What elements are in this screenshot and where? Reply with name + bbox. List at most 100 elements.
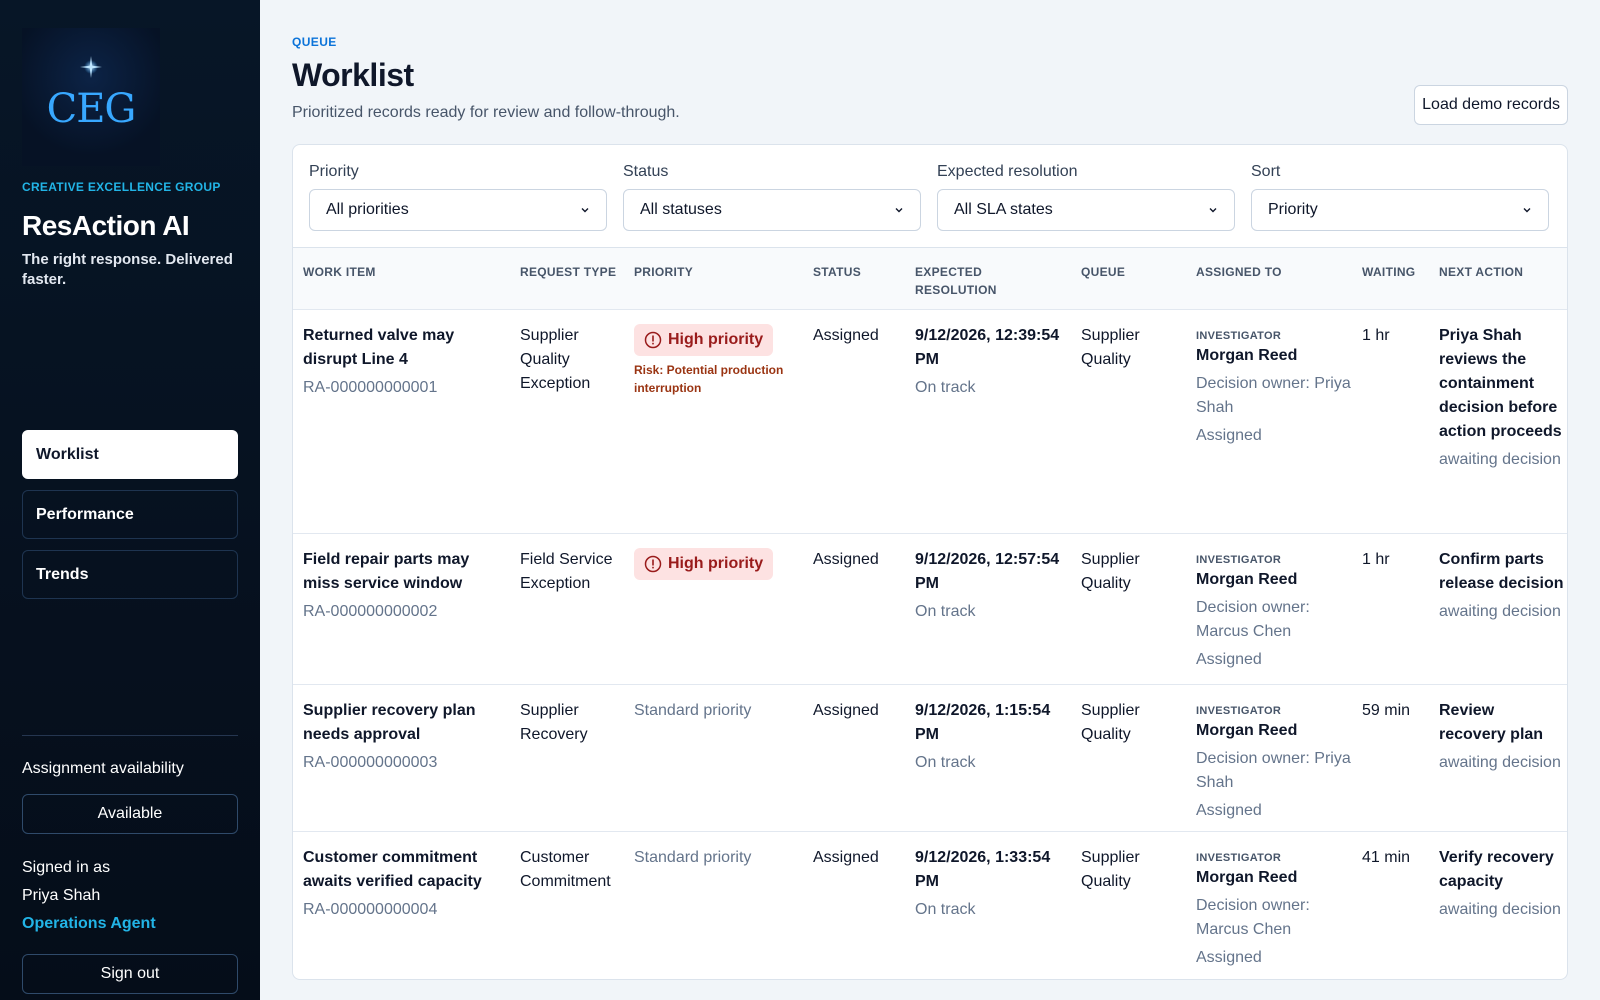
assignee-name: Morgan Reed bbox=[1196, 722, 1298, 739]
assigned-to-cell: INVESTIGATOR Morgan Reed Decision owner:… bbox=[1186, 548, 1352, 684]
availability-button[interactable]: Available bbox=[22, 794, 238, 834]
table-header: WORK ITEM REQUEST TYPE PRIORITY STATUS E… bbox=[293, 248, 1567, 310]
priority-select[interactable]: All priorities bbox=[309, 189, 607, 231]
next-action: Review recovery plan bbox=[1439, 702, 1544, 743]
assignment-status: Assigned bbox=[1196, 949, 1262, 966]
filter-label: Status bbox=[623, 163, 669, 180]
queue: Supplier Quality bbox=[1081, 849, 1140, 890]
sidebar: CEG CREATIVE EXCELLENCE GROUP ResAction … bbox=[0, 0, 260, 1000]
priority-label: High priority bbox=[668, 331, 764, 348]
expected-resolution-cell: 9/12/2026, 1:15:54 PM On track bbox=[905, 699, 1071, 831]
priority-badge: High priority bbox=[634, 324, 774, 356]
queue: Supplier Quality bbox=[1081, 551, 1140, 592]
work-item-title[interactable]: Supplier recovery plan needs approval bbox=[303, 699, 510, 747]
work-item-cell: Field repair parts may miss service wind… bbox=[293, 548, 510, 684]
chevron-down-icon bbox=[1209, 208, 1217, 213]
column-header[interactable]: STATUS bbox=[803, 263, 905, 309]
column-header[interactable]: PRIORITY bbox=[624, 263, 803, 309]
decision-owner: Decision owner: Priya Shah bbox=[1196, 375, 1351, 416]
expected-resolution-cell: 9/12/2026, 1:33:54 PM On track bbox=[905, 846, 1071, 979]
work-item-cell: Customer commitment awaits verified capa… bbox=[293, 846, 510, 979]
work-item-id: RA-000000000001 bbox=[303, 379, 438, 396]
decision-owner: Decision owner: Marcus Chen bbox=[1196, 897, 1310, 938]
assigned-to-cell: INVESTIGATOR Morgan Reed Decision owner:… bbox=[1186, 324, 1352, 533]
nav-item-performance[interactable]: Performance bbox=[22, 490, 238, 539]
next-action: Confirm parts release decision bbox=[1439, 551, 1564, 592]
assignee-name: Morgan Reed bbox=[1196, 347, 1298, 364]
column-header[interactable]: NEXT ACTION bbox=[1429, 263, 1565, 309]
column-header-line: EXPECTED bbox=[915, 265, 983, 279]
assignee-role: INVESTIGATOR bbox=[1196, 554, 1282, 566]
request-type: Customer Commitment bbox=[520, 849, 611, 890]
expected-resolution-cell: 9/12/2026, 12:57:54 PM On track bbox=[905, 548, 1071, 684]
app-tagline: The right response. Delivered faster. bbox=[22, 251, 233, 288]
nav-item-worklist[interactable]: Worklist bbox=[22, 430, 238, 479]
next-action: Verify recovery capacity bbox=[1439, 849, 1554, 890]
request-type: Supplier Quality Exception bbox=[520, 327, 591, 392]
filter-status: Status All statuses bbox=[623, 163, 921, 231]
waiting-time: 1 hr bbox=[1362, 551, 1390, 568]
sidebar-nav: Worklist Performance Trends bbox=[22, 430, 238, 610]
logo-text: CEG bbox=[46, 86, 137, 132]
work-item-title[interactable]: Customer commitment awaits verified capa… bbox=[303, 846, 510, 894]
load-demo-records-button[interactable]: Load demo records bbox=[1414, 85, 1568, 125]
nav-item-trends[interactable]: Trends bbox=[22, 550, 238, 599]
priority-badge: High priority bbox=[634, 548, 774, 580]
chevron-down-icon bbox=[1523, 208, 1531, 213]
expected-resolution: 9/12/2026, 1:15:54 PM bbox=[915, 702, 1051, 743]
table-row[interactable]: Supplier recovery plan needs approval RA… bbox=[293, 685, 1567, 832]
work-item-id: RA-000000000003 bbox=[303, 754, 438, 771]
work-item-title[interactable]: Returned valve may disrupt Line 4 bbox=[303, 324, 510, 372]
filter-expected-resolution: Expected resolution All SLA states bbox=[937, 163, 1235, 231]
filter-priority: Priority All priorities bbox=[309, 163, 607, 231]
filter-sort: Sort Priority bbox=[1251, 163, 1549, 231]
assignment-status: Assigned bbox=[1196, 802, 1262, 819]
work-item-id: RA-000000000002 bbox=[303, 603, 438, 620]
star-icon bbox=[80, 56, 102, 78]
sla-select[interactable]: All SLA states bbox=[937, 189, 1235, 231]
assignee-role: INVESTIGATOR bbox=[1196, 330, 1282, 342]
column-header[interactable]: WAITING bbox=[1352, 263, 1429, 309]
assigned-to-cell: INVESTIGATOR Morgan Reed Decision owner:… bbox=[1186, 846, 1352, 979]
signed-in-label: Signed in as bbox=[22, 859, 111, 876]
next-action-cell: Verify recovery capacity awaiting decisi… bbox=[1429, 846, 1565, 979]
sidebar-footer: Assignment availability Available Signed… bbox=[22, 735, 238, 994]
table-row[interactable]: Field repair parts may miss service wind… bbox=[293, 534, 1567, 685]
work-item-title[interactable]: Field repair parts may miss service wind… bbox=[303, 548, 510, 596]
column-header[interactable]: QUEUE bbox=[1071, 263, 1186, 309]
sla-state: On track bbox=[915, 379, 976, 396]
expected-resolution-cell: 9/12/2026, 12:39:54 PM On track bbox=[905, 324, 1071, 533]
column-header[interactable]: ASSIGNED TO bbox=[1186, 263, 1352, 309]
queue: Supplier Quality bbox=[1081, 327, 1140, 368]
status: Assigned bbox=[813, 551, 879, 568]
column-header[interactable]: REQUEST TYPE bbox=[510, 263, 624, 309]
table-row[interactable]: Returned valve may disrupt Line 4 RA-000… bbox=[293, 310, 1567, 534]
status: Assigned bbox=[813, 327, 879, 344]
select-value: Priority bbox=[1268, 201, 1318, 218]
decision-owner: Decision owner: Marcus Chen bbox=[1196, 599, 1310, 640]
column-header-expected-resolution[interactable]: EXPECTED RESOLUTION bbox=[905, 263, 1071, 309]
chevron-down-icon bbox=[895, 208, 903, 213]
status-select[interactable]: All statuses bbox=[623, 189, 921, 231]
priority-label: High priority bbox=[668, 555, 764, 572]
next-action-status: awaiting decision bbox=[1439, 754, 1561, 771]
filter-bar: Priority All priorities Status All statu… bbox=[292, 144, 1568, 248]
status: Assigned bbox=[813, 849, 879, 866]
expected-resolution: 9/12/2026, 12:57:54 PM bbox=[915, 551, 1060, 592]
sign-out-button[interactable]: Sign out bbox=[22, 954, 238, 994]
waiting-time: 1 hr bbox=[1362, 327, 1390, 344]
next-action-cell: Priya Shah reviews the containment decis… bbox=[1429, 324, 1565, 533]
priority-cell: High priority Risk: Potential production… bbox=[624, 324, 803, 533]
assignee-name: Morgan Reed bbox=[1196, 869, 1298, 886]
risk-note: Risk: Potential production interruption bbox=[634, 363, 784, 395]
sort-select[interactable]: Priority bbox=[1251, 189, 1549, 231]
main-content: QUEUE Worklist Prioritized records ready… bbox=[292, 0, 1568, 980]
table-row[interactable]: Customer commitment awaits verified capa… bbox=[293, 832, 1567, 979]
next-action-cell: Confirm parts release decision awaiting … bbox=[1429, 548, 1565, 684]
alert-circle-icon bbox=[644, 331, 662, 349]
column-header[interactable]: WORK ITEM bbox=[293, 263, 510, 309]
priority-label: Standard priority bbox=[634, 702, 752, 719]
assignee-role: INVESTIGATOR bbox=[1196, 705, 1282, 717]
assignee-role: INVESTIGATOR bbox=[1196, 852, 1282, 864]
assigned-to-cell: INVESTIGATOR Morgan Reed Decision owner:… bbox=[1186, 699, 1352, 831]
